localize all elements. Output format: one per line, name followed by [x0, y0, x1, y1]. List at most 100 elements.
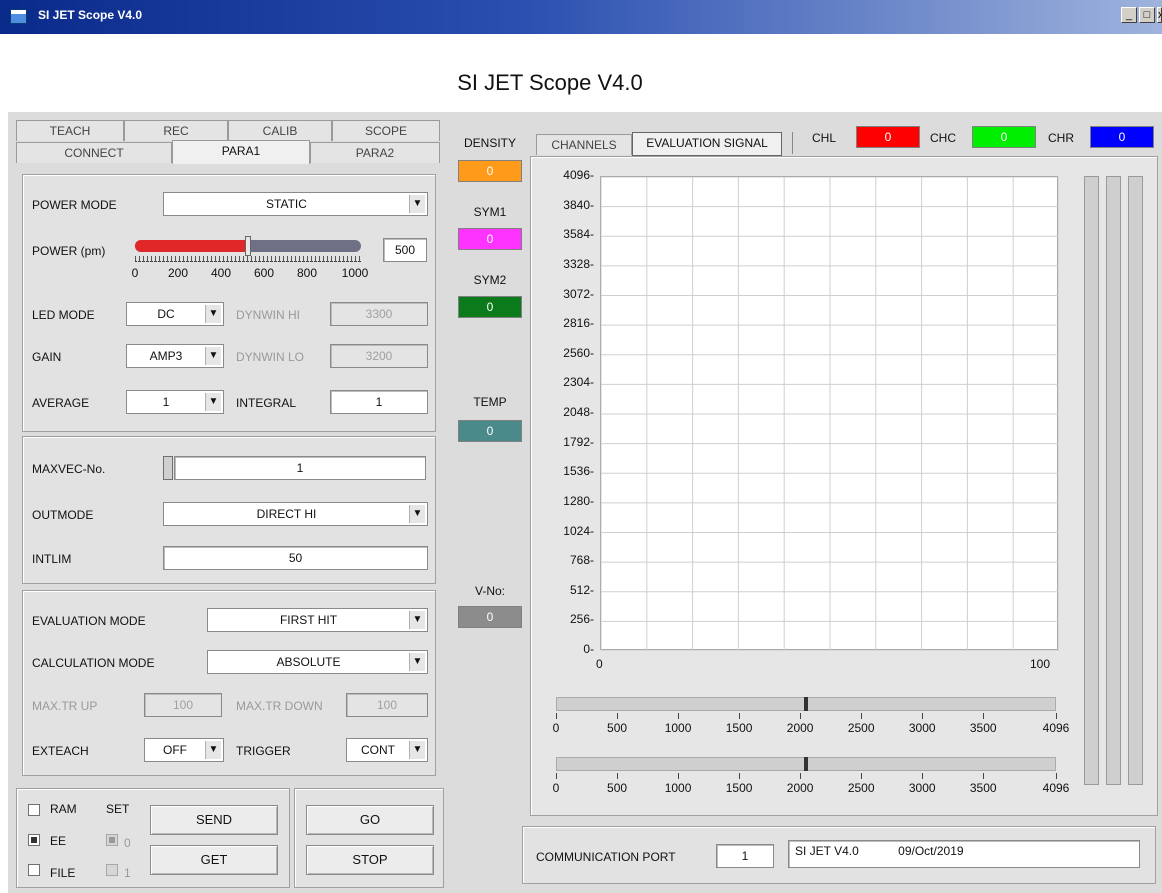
intlim-input[interactable]: 50	[163, 546, 428, 570]
power-scale-label: 400	[210, 266, 232, 280]
slider-tick-label: 4096	[1042, 721, 1070, 735]
power-scale-label: 0	[131, 266, 139, 280]
chevron-down-icon: ▼	[409, 653, 425, 671]
power-scale-label: 600	[253, 266, 275, 280]
y-tick-label: 3840-	[563, 197, 594, 212]
y-tick-label: 768-	[569, 553, 594, 568]
file-checkbox[interactable]	[28, 864, 40, 876]
slider-tick	[861, 773, 863, 779]
ram-checkbox[interactable]	[28, 804, 40, 816]
x-tick-label: 0	[596, 657, 603, 671]
dynwin-hi-input[interactable]: 3300	[330, 302, 428, 326]
slider-tick-label: 0	[552, 721, 560, 735]
slider-tick-label: 3500	[969, 781, 997, 795]
app-icon	[10, 9, 27, 24]
slider-tick-label: 500	[607, 721, 628, 735]
chevron-down-icon: ▼	[409, 741, 425, 759]
power-mode-select[interactable]: STATIC ▼	[163, 192, 428, 216]
tab-channels[interactable]: CHANNELS	[536, 134, 632, 155]
slider-tick	[983, 773, 985, 779]
outmode-select[interactable]: DIRECT HI ▼	[163, 502, 428, 526]
slider-tick-label: 1000	[664, 721, 692, 735]
tab-para2[interactable]: PARA2	[310, 142, 440, 163]
y-tick-label: 256-	[569, 612, 594, 627]
y-tick-label: 1792-	[563, 434, 594, 449]
window-title: SI JET Scope V4.0	[38, 8, 143, 22]
y-tick-label: 4096-	[563, 168, 594, 182]
tab-calib[interactable]: CALIB	[228, 120, 332, 141]
minimize-button[interactable]: _	[1121, 7, 1137, 23]
stop-button[interactable]: STOP	[306, 845, 434, 875]
y-tick-label: 2816-	[563, 316, 594, 331]
sym1-indicator: 0	[458, 228, 522, 250]
temp-label: TEMP	[473, 395, 507, 409]
plot-grid	[600, 176, 1060, 652]
close-button[interactable]: x	[1157, 7, 1162, 23]
power-slider-thumb[interactable]	[245, 236, 251, 256]
maxvec-spinner[interactable]	[163, 456, 173, 480]
slider-tick-label: 1000	[664, 781, 692, 795]
slider-tick	[800, 773, 802, 779]
led-mode-select[interactable]: DC ▼	[126, 302, 224, 326]
evaluation-mode-value: FIRST HIT	[279, 613, 338, 627]
communication-port-label: COMMUNICATION PORT	[536, 850, 676, 864]
set-0-checkbox[interactable]	[106, 834, 118, 846]
max-tr-up-input[interactable]: 100	[144, 693, 222, 717]
integral-input[interactable]: 1	[330, 390, 428, 414]
x-tick-label: 100	[1030, 657, 1051, 671]
y-tick-label: 1280-	[563, 493, 594, 508]
chr-indicator: 0	[1090, 126, 1154, 148]
sym2-label: SYM2	[473, 273, 507, 287]
trigger-select[interactable]: CONT ▼	[346, 738, 428, 762]
file-label: FILE	[50, 866, 76, 880]
device-date: 09/Oct/2019	[898, 844, 964, 858]
lower-slider-thumb[interactable]	[804, 757, 808, 771]
slider-tick-label: 3000	[908, 781, 936, 795]
dynwin-lo-input[interactable]: 3200	[330, 344, 428, 368]
chr-label: CHR	[1048, 131, 1074, 145]
power-input[interactable]: 500	[383, 238, 427, 262]
y-tick-label: 3072-	[563, 286, 594, 301]
slider-tick	[800, 713, 802, 719]
tab-teach[interactable]: TEACH	[16, 120, 124, 141]
max-tr-down-input[interactable]: 100	[346, 693, 428, 717]
get-button[interactable]: GET	[150, 845, 278, 875]
maxvec-input[interactable]: 1	[174, 456, 426, 480]
communication-port-value[interactable]: 1	[716, 844, 774, 868]
exteach-select[interactable]: OFF ▼	[144, 738, 224, 762]
y-tick-label: 2048-	[563, 405, 594, 419]
send-button[interactable]: SEND	[150, 805, 278, 835]
maximize-button[interactable]: □	[1139, 7, 1155, 23]
tab-evaluation-signal[interactable]: EVALUATION SIGNAL	[632, 132, 782, 156]
chevron-down-icon: ▼	[205, 305, 221, 323]
go-button[interactable]: GO	[306, 805, 434, 835]
slider-tick-label: 2000	[786, 721, 814, 735]
tab-rec[interactable]: REC	[124, 120, 228, 141]
slider-tick	[739, 773, 741, 779]
vno-label: V-No:	[474, 584, 505, 598]
y-tick-label: 2560-	[563, 345, 594, 360]
calculation-mode-select[interactable]: ABSOLUTE ▼	[207, 650, 428, 674]
chc-indicator: 0	[972, 126, 1036, 148]
tab-para1[interactable]: PARA1	[172, 140, 310, 164]
tab-connect[interactable]: CONNECT	[16, 142, 172, 163]
average-select[interactable]: 1 ▼	[126, 390, 224, 414]
slider-tick-label: 500	[607, 781, 628, 795]
slider-tick	[678, 773, 680, 779]
upper-slider-thumb[interactable]	[804, 697, 808, 711]
ee-label: EE	[50, 834, 67, 848]
max-tr-down-label: MAX.TR DOWN	[236, 699, 323, 713]
density-indicator: 0	[458, 160, 522, 182]
set-label: SET	[106, 802, 130, 816]
slider-tick-label: 3000	[908, 721, 936, 735]
gain-label: GAIN	[32, 350, 62, 364]
calculation-mode-value: ABSOLUTE	[276, 655, 341, 669]
gain-select[interactable]: AMP3 ▼	[126, 344, 224, 368]
set-1-checkbox[interactable]	[106, 864, 118, 876]
slider-tick	[556, 773, 557, 779]
ee-checkbox[interactable]	[28, 834, 40, 846]
chl-label: CHL	[812, 131, 837, 145]
evaluation-mode-select[interactable]: FIRST HIT ▼	[207, 608, 428, 632]
plot-area[interactable]	[600, 176, 1060, 652]
tab-scope[interactable]: SCOPE	[332, 120, 440, 141]
